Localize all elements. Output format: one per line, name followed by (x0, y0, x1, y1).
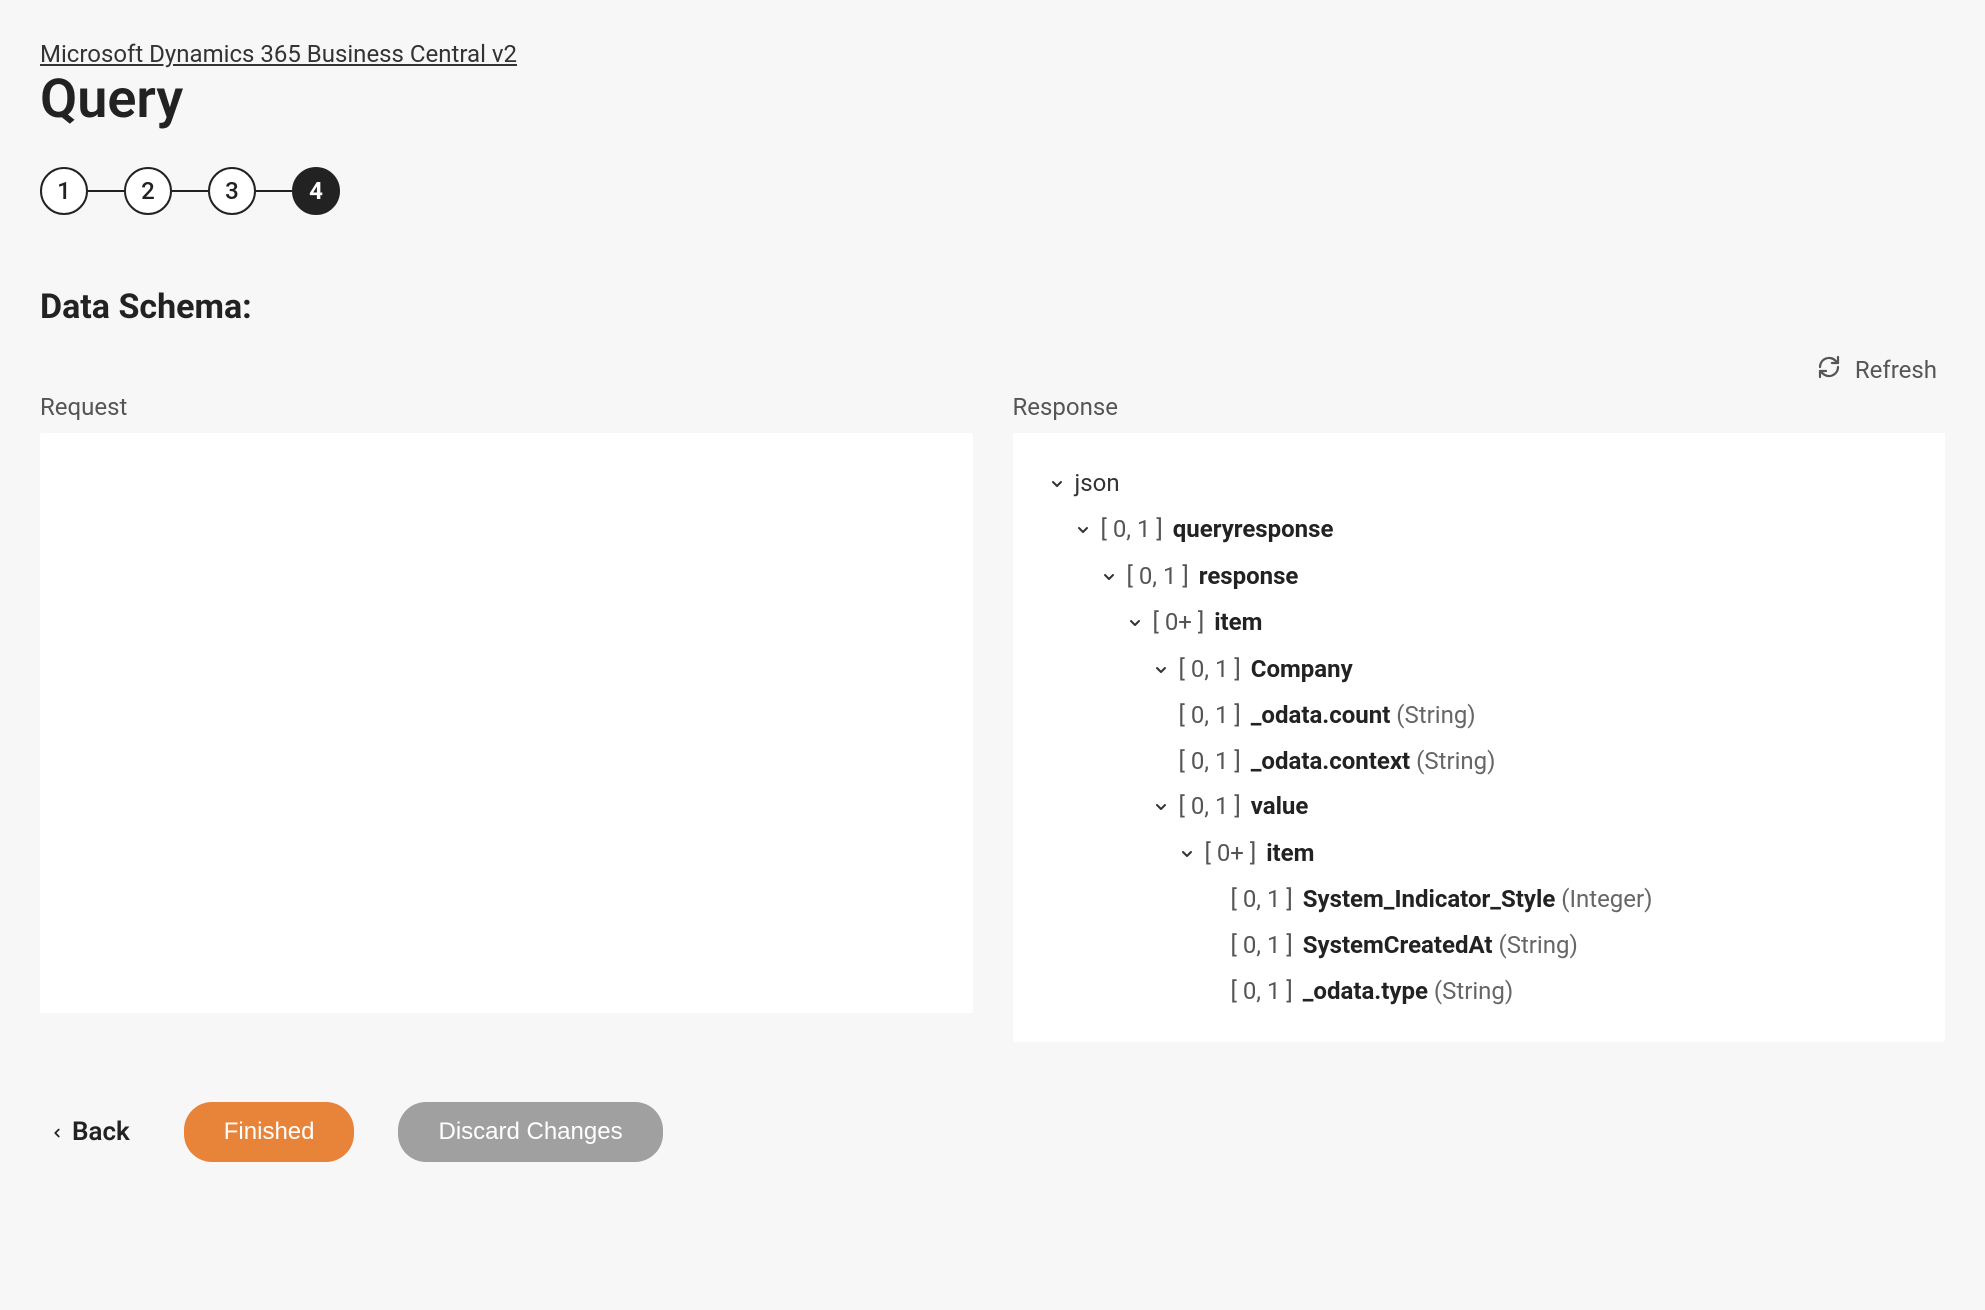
step-4[interactable]: 4 (292, 167, 340, 215)
tree-node-type: (String) (1428, 977, 1513, 1005)
page-title: Query (40, 68, 1945, 131)
tree-node-name: json (1075, 469, 1120, 497)
tree-node-name: Company (1251, 655, 1353, 683)
discard-changes-button[interactable]: Discard Changes (398, 1102, 662, 1162)
tree-node-name: value (1251, 792, 1309, 820)
tree-node-name: response (1199, 562, 1299, 590)
step-connector (88, 190, 124, 192)
tree-node: [ 0, 1 ] System_Indicator_Style (Integer… (1049, 877, 1910, 923)
tree-node[interactable]: [ 0, 1 ] queryresponse (1049, 507, 1910, 553)
tree-cardinality: [ 0+ ] (1153, 608, 1211, 636)
tree-cardinality: [ 0, 1 ] (1179, 747, 1247, 775)
tree-node[interactable]: [ 0+ ] item (1049, 600, 1910, 646)
step-connector (172, 190, 208, 192)
request-panel (40, 433, 973, 1013)
tree-cardinality: [ 0, 1 ] (1231, 885, 1299, 913)
tree-node-type: (String) (1410, 747, 1495, 775)
tree-cardinality: [ 0, 1 ] (1179, 792, 1247, 820)
chevron-down-icon[interactable] (1075, 508, 1091, 554)
tree-node: [ 0, 1 ] _odata.type (String) (1049, 969, 1910, 1015)
tree-cardinality: [ 0, 1 ] (1179, 701, 1247, 729)
tree-node[interactable]: [ 0, 1 ] response (1049, 554, 1910, 600)
response-panel: json[ 0, 1 ] queryresponse[ 0, 1 ] respo… (1013, 433, 1946, 1042)
tree-node-type: (String) (1390, 701, 1475, 729)
response-label: Response (1013, 393, 1946, 421)
chevron-down-icon[interactable] (1153, 785, 1169, 831)
request-label: Request (40, 393, 973, 421)
tree-node[interactable]: [ 0, 1 ] value (1049, 784, 1910, 830)
chevron-left-icon (50, 1117, 64, 1147)
tree-node-name: item (1214, 608, 1262, 636)
refresh-button[interactable]: Refresh (1817, 355, 1937, 385)
section-title: Data Schema: (40, 287, 1945, 327)
chevron-down-icon[interactable] (1101, 555, 1117, 601)
tree-node: [ 0, 1 ] _odata.context (String) (1049, 739, 1910, 785)
chevron-down-icon[interactable] (1127, 601, 1143, 647)
refresh-icon (1817, 355, 1841, 385)
tree-node: [ 0, 1 ] _odata.count (String) (1049, 693, 1910, 739)
finished-button[interactable]: Finished (184, 1102, 355, 1162)
stepper: 1234 (40, 167, 1945, 215)
tree-node-type: (String) (1493, 931, 1578, 959)
tree-node-name: item (1266, 839, 1314, 867)
back-button[interactable]: Back (40, 1117, 140, 1147)
tree-node[interactable]: [ 0+ ] item (1049, 831, 1910, 877)
refresh-label: Refresh (1855, 356, 1937, 384)
tree-cardinality: [ 0, 1 ] (1179, 655, 1247, 683)
chevron-down-icon[interactable] (1153, 648, 1169, 694)
tree-cardinality: [ 0, 1 ] (1101, 515, 1169, 543)
tree-node: [ 0, 1 ] SystemCreatedAt (String) (1049, 923, 1910, 969)
tree-node-name: queryresponse (1173, 515, 1334, 543)
chevron-down-icon[interactable] (1179, 832, 1195, 878)
tree-node[interactable]: json (1049, 461, 1910, 507)
tree-cardinality: [ 0+ ] (1205, 839, 1263, 867)
back-label: Back (72, 1117, 130, 1147)
tree-node-name: _odata.count (1251, 701, 1391, 729)
tree-node-name: SystemCreatedAt (1303, 931, 1493, 959)
breadcrumb[interactable]: Microsoft Dynamics 365 Business Central … (40, 40, 517, 68)
tree-node-name: _odata.type (1303, 977, 1428, 1005)
chevron-down-icon[interactable] (1049, 462, 1065, 508)
tree-cardinality: [ 0, 1 ] (1231, 931, 1299, 959)
tree-node-name: _odata.context (1251, 747, 1410, 775)
step-connector (256, 190, 292, 192)
step-3[interactable]: 3 (208, 167, 256, 215)
tree-cardinality: [ 0, 1 ] (1231, 977, 1299, 1005)
tree-node-name: System_Indicator_Style (1303, 885, 1556, 913)
step-1[interactable]: 1 (40, 167, 88, 215)
step-2[interactable]: 2 (124, 167, 172, 215)
tree-node[interactable]: [ 0, 1 ] Company (1049, 647, 1910, 693)
tree-cardinality: [ 0, 1 ] (1127, 562, 1195, 590)
tree-node-type: (Integer) (1555, 885, 1652, 913)
